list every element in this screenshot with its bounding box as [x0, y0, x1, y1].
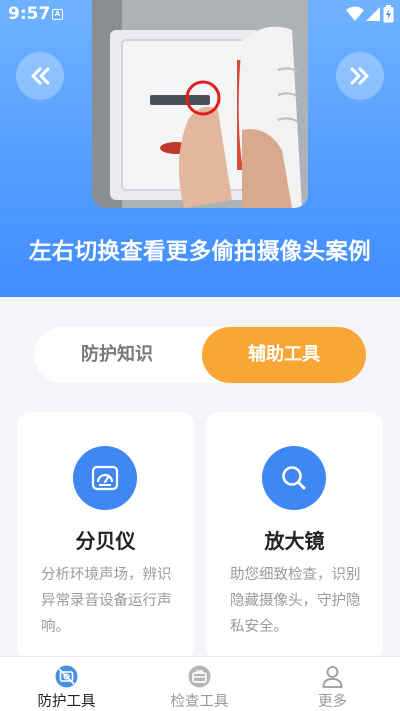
- hero-banner: 9:57 A 左右切换查看更多偷拍摄像头案例: [0, 0, 400, 297]
- card-description: 助您细致检查，识别隐藏摄像头，守护隐私安全。: [230, 567, 361, 635]
- nav-protection-tools[interactable]: 防护工具: [0, 657, 133, 711]
- card-title: 放大镜: [264, 529, 325, 553]
- shield-camera-icon: [55, 665, 78, 688]
- magnifier-icon: [282, 466, 306, 490]
- card-icon-circle: [262, 446, 326, 510]
- toolbox-icon: [188, 665, 211, 688]
- hero-caption: 左右切换查看更多偷拍摄像头案例: [28, 239, 371, 265]
- nav-inspection-tools[interactable]: 检查工具: [133, 657, 266, 711]
- next-case-button[interactable]: [336, 52, 384, 100]
- case-photo[interactable]: [92, 0, 308, 208]
- user-icon: [322, 666, 343, 688]
- double-chevron-right-icon: [350, 67, 369, 85]
- segmented-tabs: 防护知识 辅助工具: [34, 327, 366, 383]
- speedometer-icon: [91, 465, 119, 491]
- tab-auxiliary-tools[interactable]: 辅助工具: [202, 327, 366, 383]
- magnifier-card[interactable]: 放大镜 助您细致检查，识别隐藏摄像头，守护隐私安全。: [206, 412, 383, 660]
- nav-label: 防护工具: [37, 694, 96, 710]
- battery-icon: [383, 5, 394, 23]
- signal-icon: [366, 7, 380, 21]
- tab-protection-knowledge[interactable]: 防护知识: [34, 327, 200, 383]
- card-icon-circle: [73, 446, 137, 510]
- double-chevron-left-icon: [31, 67, 50, 85]
- bottom-navigation: 防护工具 检查工具 更多: [0, 656, 400, 711]
- card-description: 分析环境声场，辨识异常录音设备运行声响。: [41, 567, 172, 635]
- nav-more[interactable]: 更多: [266, 657, 399, 711]
- nav-label: 检查工具: [170, 694, 229, 710]
- app-notification-icon: A: [52, 9, 63, 20]
- nav-label: 更多: [318, 694, 347, 710]
- case-photo-image: [92, 0, 308, 208]
- status-time: 9:57: [8, 4, 51, 24]
- decibel-meter-card[interactable]: 分贝仪 分析环境声场，辨识异常录音设备运行声响。: [17, 412, 194, 660]
- previous-case-button[interactable]: [16, 52, 64, 100]
- wifi-icon: [346, 6, 364, 21]
- card-title: 分贝仪: [75, 529, 136, 553]
